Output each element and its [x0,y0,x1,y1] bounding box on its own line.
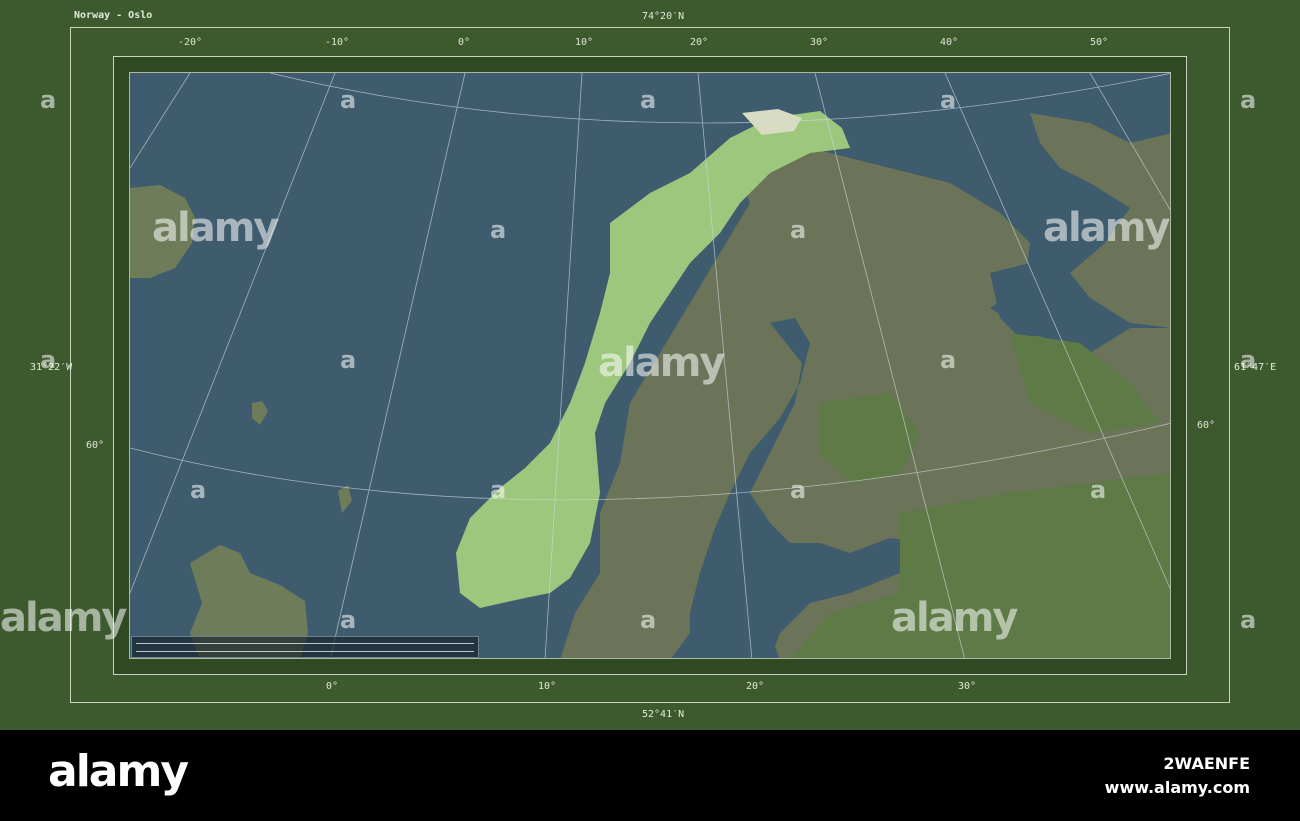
bottom-tick: 10° [538,681,557,692]
bottom-tick: 20° [746,681,765,692]
watermark-letter: a [1240,606,1257,634]
image-id: 2WAENFE [1163,754,1250,773]
footer-bar [0,730,1300,821]
watermark-letter: a [190,476,207,504]
watermark-letter: a [340,606,357,634]
top-tick: 40° [940,37,959,48]
watermark: alamy [0,595,127,641]
watermark-letter: a [1240,346,1257,374]
watermark-letter: a [490,216,507,244]
top-tick: 0° [458,37,471,48]
watermark: alamy [598,340,725,386]
scale-bar [131,636,479,658]
watermark-letter: a [640,86,657,114]
watermark-letter: a [340,346,357,374]
watermark: alamy [152,205,279,251]
watermark: alamy [1043,205,1170,251]
top-tick: 50° [1090,37,1109,48]
south-bound-label: 52°41′N [642,709,685,720]
watermark-letter: a [40,86,57,114]
scale-bar-km-line [136,643,474,644]
top-tick: -20° [178,37,203,48]
map-title: Norway - Oslo [74,10,153,21]
watermark-letter: a [1090,476,1107,504]
left-tick: 60° [86,440,105,451]
alamy-logo[interactable]: alamy [48,746,189,797]
scale-bar-miles-line [136,651,474,652]
watermark-letter: a [790,476,807,504]
watermark-letter: a [940,346,957,374]
right-tick: 60° [1197,420,1216,431]
watermark-letter: a [340,86,357,114]
top-tick: 10° [575,37,594,48]
site-url[interactable]: www.alamy.com [1105,778,1250,797]
watermark-letter: a [640,606,657,634]
top-tick: -10° [325,37,350,48]
watermark-letter: a [940,86,957,114]
north-bound-label: 74°20′N [642,11,685,22]
top-tick: 30° [810,37,829,48]
watermark: alamy [891,595,1018,641]
watermark-letter: a [490,476,507,504]
top-tick: 20° [690,37,709,48]
bottom-tick: 30° [958,681,977,692]
watermark-letter: a [40,346,57,374]
bottom-tick: 0° [326,681,339,692]
watermark-letter: a [1240,86,1257,114]
watermark-letter: a [790,216,807,244]
